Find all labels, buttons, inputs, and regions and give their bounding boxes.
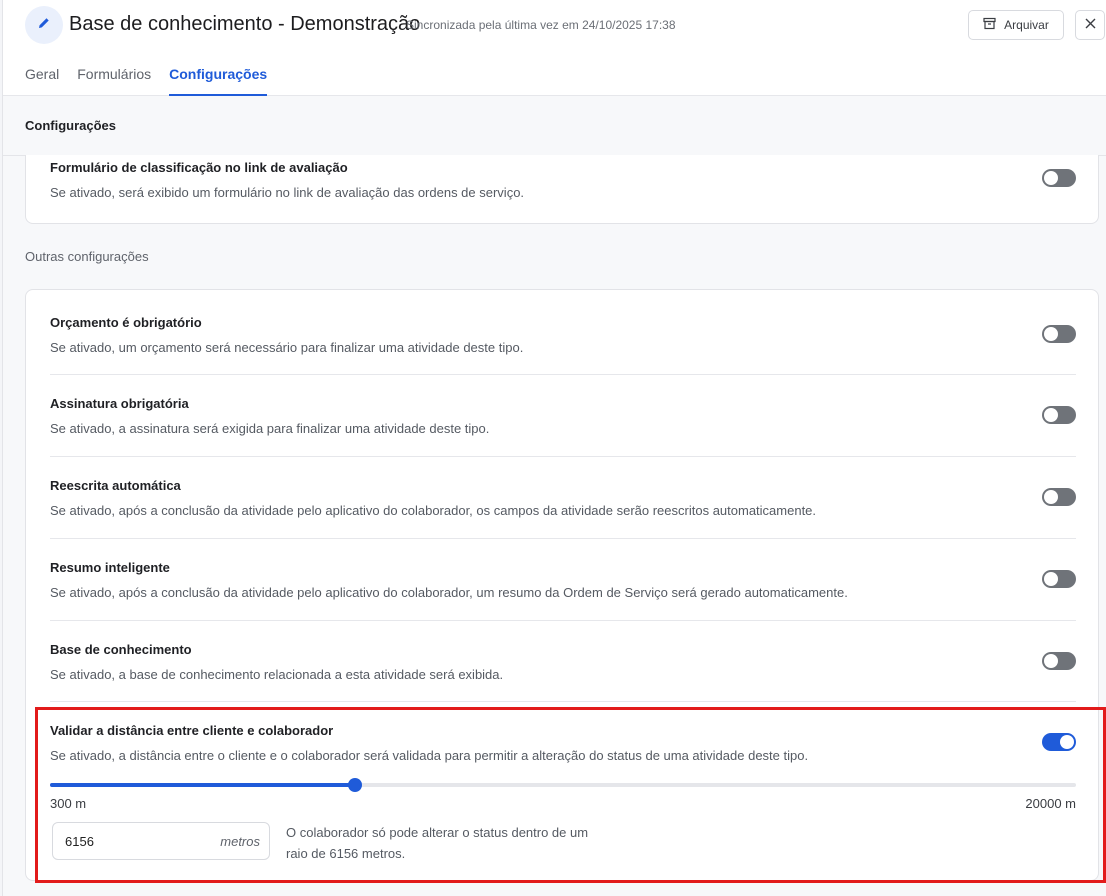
distance-input[interactable]: 6156 metros	[52, 822, 270, 860]
slider-fill	[50, 783, 356, 787]
distance-slider[interactable]	[50, 778, 1076, 792]
rating-form-card: Formulário de classificação no link de a…	[25, 155, 1099, 224]
setting-description: Se ativado, a base de conhecimento relac…	[50, 667, 504, 682]
smart-summary-toggle[interactable]	[1042, 570, 1076, 588]
other-settings-title: Outras configurações	[25, 249, 149, 264]
tab-formularios[interactable]: Formulários	[77, 66, 151, 96]
auto-rewrite-toggle[interactable]	[1042, 488, 1076, 506]
row-divider	[50, 374, 1076, 375]
rating-form-toggle[interactable]	[1042, 169, 1076, 187]
row-divider	[50, 538, 1076, 539]
signature-required-toggle[interactable]	[1042, 406, 1076, 424]
setting-title: Validar a distância entre cliente e cola…	[50, 723, 334, 738]
setting-rating-form: Formulário de classificação no link de a…	[50, 160, 1076, 200]
settings-panel: Base de conhecimento - Demonstração Sinc…	[2, 0, 1106, 896]
setting-title: Orçamento é obrigatório	[50, 315, 202, 330]
archive-label: Arquivar	[1004, 18, 1049, 32]
setting-knowledge-base: Base de conhecimento Se ativado, a base …	[50, 642, 1076, 682]
row-divider	[50, 701, 1076, 702]
archive-button[interactable]: Arquivar	[968, 10, 1064, 40]
setting-title: Resumo inteligente	[50, 560, 170, 575]
setting-description: Se ativado, a distância entre o cliente …	[50, 748, 809, 763]
setting-title: Assinatura obrigatória	[50, 396, 189, 411]
budget-required-toggle[interactable]	[1042, 325, 1076, 343]
distance-unit: metros	[220, 834, 260, 849]
tab-bar: Geral Formulários Configurações	[25, 66, 268, 96]
sync-status: Sincronizada pela última vez em 24/10/20…	[406, 18, 676, 32]
setting-budget-required: Orçamento é obrigatório Se ativado, um o…	[50, 315, 1076, 355]
distance-help-text: O colaborador só pode alterar o status d…	[286, 825, 589, 861]
setting-title: Reescrita automática	[50, 478, 181, 493]
tab-geral[interactable]: Geral	[25, 66, 59, 96]
knowledge-base-toggle[interactable]	[1042, 652, 1076, 670]
row-divider	[50, 620, 1076, 621]
edit-title-button[interactable]	[25, 6, 63, 44]
close-icon	[1085, 16, 1096, 34]
archive-icon	[983, 17, 996, 33]
pencil-icon	[37, 16, 51, 35]
setting-description: Se ativado, a assinatura será exigida pa…	[50, 421, 490, 436]
setting-signature-required: Assinatura obrigatória Se ativado, a ass…	[50, 396, 1076, 436]
setting-title: Formulário de classificação no link de a…	[50, 160, 348, 175]
row-divider	[50, 456, 1076, 457]
tab-configuracoes[interactable]: Configurações	[169, 66, 268, 96]
distance-input-value: 6156	[65, 834, 94, 849]
setting-description: Se ativado, após a conclusão da atividad…	[50, 585, 848, 600]
setting-title: Base de conhecimento	[50, 642, 192, 657]
setting-auto-rewrite: Reescrita automática Se ativado, após a …	[50, 478, 1076, 518]
validate-distance-toggle[interactable]	[1042, 733, 1076, 751]
setting-description: Se ativado, um orçamento será necessário…	[50, 340, 524, 355]
section-title: Configurações	[25, 118, 117, 133]
slider-thumb[interactable]	[348, 778, 363, 792]
setting-smart-summary: Resumo inteligente Se ativado, após a co…	[50, 560, 1076, 600]
other-settings-card: Orçamento é obrigatório Se ativado, um o…	[25, 289, 1099, 881]
slider-max-label: 20000 m	[1025, 796, 1076, 811]
page-title: Base de conhecimento - Demonstração	[69, 13, 421, 35]
setting-description: Se ativado, será exibido um formulário n…	[50, 185, 525, 200]
close-button[interactable]	[1075, 10, 1105, 40]
setting-validate-distance: Validar a distância entre cliente e cola…	[50, 723, 1076, 763]
setting-description: Se ativado, após a conclusão da atividad…	[50, 503, 817, 518]
page-header: Base de conhecimento - Demonstração Sinc…	[3, 0, 1106, 96]
slider-min-label: 300 m	[50, 796, 87, 811]
